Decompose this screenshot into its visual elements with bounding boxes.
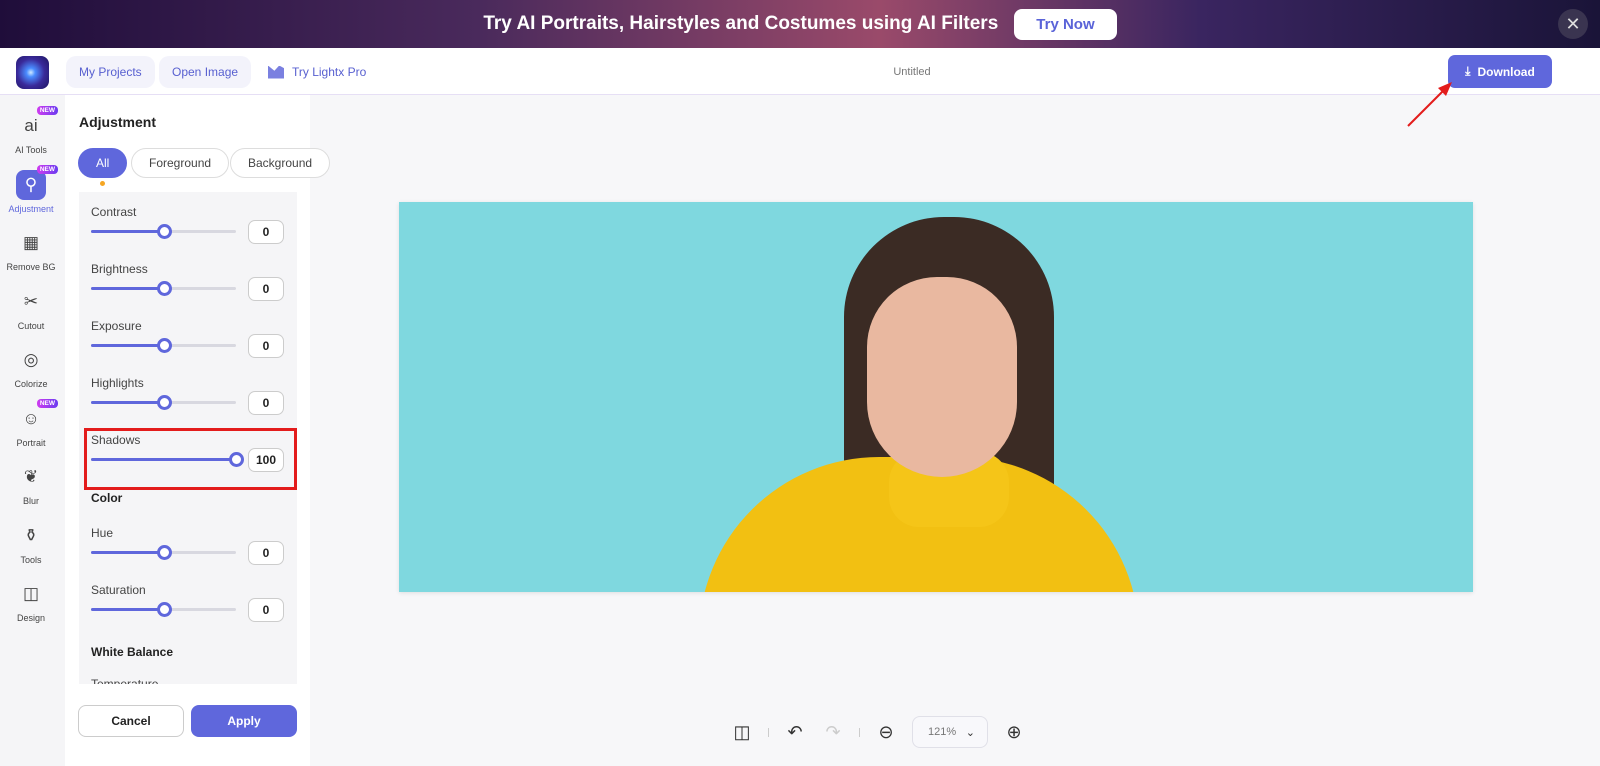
temperature-label: Temperature [91,677,159,684]
banner-text: Try AI Portraits, Hairstyles and Costume… [483,13,999,34]
rail-label: Colorize [14,379,48,389]
promo-banner: Try AI Portraits, Hairstyles and Costume… [0,0,1600,48]
slider-handle[interactable] [156,545,172,560]
document-title: Untitled [893,66,931,78]
rail-item-adjustment[interactable]: ⚲ NEW Adjustment [0,164,62,214]
new-badge: NEW [36,164,58,174]
rail-item-remove-bg[interactable]: ▦ Remove BG [0,228,62,272]
colorize-icon: ◎ [23,350,39,369]
rail-label: AI Tools [15,145,47,155]
slider-value-input[interactable]: 0 [248,277,284,301]
redo-icon[interactable]: ↷ [821,722,845,743]
slider-track[interactable] [91,281,236,296]
new-badge: NEW [36,106,58,115]
slider-row: Contrast 0 [79,192,297,249]
slider-value-input[interactable]: 0 [248,391,284,415]
tab-foreground[interactable]: Foreground [131,148,230,178]
apply-button[interactable]: Apply [191,705,297,737]
slider-value-input[interactable]: 0 [248,220,284,244]
canvas-toolbar: ◫ ↶ ↷ ⊖ 121% ⌄ ⊕ [730,716,1026,748]
adjustment-icon: ⚲ NEW [16,164,58,200]
slider-label: Exposure [91,319,142,333]
header: My Projects Open Image Try Lightx Pro Un… [0,48,1600,95]
rail-item-ai-tools[interactable]: ai NEW AI Tools [0,106,62,155]
zoom-select[interactable]: 121% ⌄ [912,716,988,748]
slider-label: Hue [91,526,114,540]
annotation-arrow [1407,82,1452,127]
slider-row: Exposure 0 [79,306,297,363]
chevron-down-icon: ⌄ [965,726,975,739]
zoom-out-icon[interactable]: ⊖ [874,722,898,743]
try-now-button[interactable]: Try Now [1014,8,1117,40]
rail-item-colorize[interactable]: ◎ Colorize [0,345,62,389]
download-label: Download [1477,64,1535,79]
blur-icon: ❦ [23,467,39,486]
slider-handle[interactable] [156,281,172,296]
slider-handle[interactable] [156,395,172,410]
slider-row: Highlights 0 [79,363,297,420]
slider-track[interactable] [91,338,236,353]
slider-value-input[interactable]: 0 [248,334,284,358]
rail-label: Adjustment [8,203,54,214]
slider-handle[interactable] [156,224,172,239]
slider-handle[interactable] [156,338,172,353]
rail-label: Portrait [16,437,46,448]
download-button[interactable]: ⤓ Download [1448,55,1552,88]
remove-bg-icon: ▦ [22,233,40,252]
slider-label: Highlights [91,376,144,390]
white-balance-section-title: White Balance [91,645,174,659]
photo-face [867,277,1017,477]
close-icon[interactable]: ✕ [1558,9,1588,39]
rail-label: Tools [20,554,42,565]
tools-icon: ⚱ [23,525,39,545]
undo-icon[interactable]: ↶ [783,722,807,743]
zoom-in-icon[interactable]: ⊕ [1002,722,1026,743]
slider-label: Brightness [91,262,148,276]
panel-title: Adjustment [79,114,156,130]
rail-item-portrait[interactable]: ☺ NEW Portrait [0,398,62,448]
rail-label: Blur [22,496,39,506]
rail-label: Remove BG [6,262,56,272]
compare-icon[interactable]: ◫ [730,722,754,743]
rail-item-design[interactable]: ◫ Design [0,579,62,623]
rail-item-cutout[interactable]: ✂ Cutout [0,287,62,331]
canvas-image[interactable] [399,202,1473,592]
active-tab-dot [100,181,105,186]
design-icon: ◫ [22,584,40,603]
portrait-icon: ☺ NEW [16,398,58,434]
tool-rail: ai NEW AI Tools ⚲ NEW Adjustment ▦ Remove BG ✂ Cu… [0,95,65,766]
rail-label: Design [16,613,45,623]
slider-track[interactable] [91,224,236,239]
rail-label: Cutout [17,320,45,331]
slider-row: Saturation 0 [79,570,297,627]
zoom-value: 121% [928,726,957,738]
highlight-box [84,428,297,490]
tab-background[interactable]: Background [230,148,331,178]
cancel-button[interactable]: Cancel [78,705,184,737]
slider-row: Brightness 0 [79,249,297,306]
slider-value-input[interactable]: 0 [248,541,284,565]
color-section-title: Color [91,491,123,505]
rail-item-blur[interactable]: ❦ Blur [0,462,62,506]
slider-track[interactable] [91,545,236,560]
slider-label: Saturation [91,583,146,597]
slider-row: Hue 0 [79,513,297,570]
download-icon: ⤓ [1465,64,1471,78]
rail-item-tools[interactable]: ⚱ Tools [0,521,62,565]
new-badge: NEW [36,398,58,408]
slider-track[interactable] [91,395,236,410]
tab-all[interactable]: All [78,148,128,178]
slider-track[interactable] [91,602,236,617]
slider-handle[interactable] [156,602,172,617]
slider-label: Contrast [91,205,137,219]
cutout-icon: ✂ [23,291,39,311]
slider-value-input[interactable]: 0 [248,598,284,622]
ai-tools-icon: ai NEW [16,106,58,141]
